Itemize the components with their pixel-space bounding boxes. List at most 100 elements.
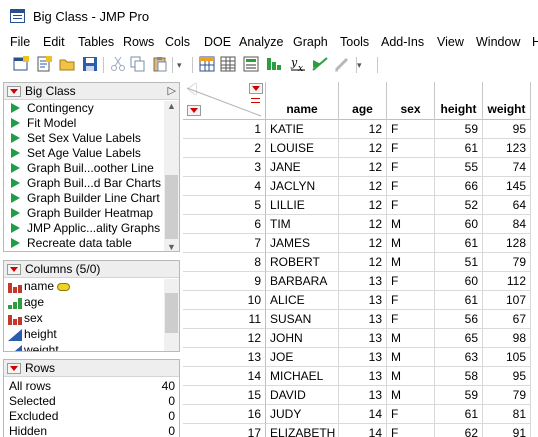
- table-script-item[interactable]: Set Age Value Labels: [4, 146, 164, 161]
- cell-weight[interactable]: 84: [483, 215, 531, 234]
- cell-sex[interactable]: M: [387, 386, 435, 405]
- column-list-item[interactable]: name: [4, 279, 164, 295]
- cell-age[interactable]: 12: [339, 234, 387, 253]
- cell-sex[interactable]: F: [387, 139, 435, 158]
- menu-h[interactable]: H: [532, 35, 538, 49]
- save-icon[interactable]: [82, 56, 98, 72]
- menu-doe[interactable]: DOE: [204, 35, 231, 49]
- cell-name[interactable]: ROBERT: [266, 253, 339, 272]
- cell-height[interactable]: 62: [435, 424, 483, 437]
- cell-name[interactable]: JAMES: [266, 234, 339, 253]
- paste-icon[interactable]: [152, 56, 168, 72]
- cell-sex[interactable]: F: [387, 405, 435, 424]
- cell-sex[interactable]: F: [387, 196, 435, 215]
- cell-weight[interactable]: 123: [483, 139, 531, 158]
- columns-red-triangle-menu[interactable]: [7, 264, 21, 275]
- row-number[interactable]: 15: [183, 386, 266, 405]
- cell-age[interactable]: 12: [339, 196, 387, 215]
- cell-height[interactable]: 59: [435, 120, 483, 139]
- menu-add-ins[interactable]: Add-Ins: [381, 35, 424, 49]
- grid-rows-red-triangle[interactable]: [187, 105, 201, 116]
- cell-sex[interactable]: F: [387, 120, 435, 139]
- menu-view[interactable]: View: [437, 35, 464, 49]
- cell-name[interactable]: JOHN: [266, 329, 339, 348]
- menu-file[interactable]: File: [10, 35, 30, 49]
- table-script-item[interactable]: Recreate data table: [4, 236, 164, 251]
- cell-sex[interactable]: M: [387, 348, 435, 367]
- cell-name[interactable]: JOE: [266, 348, 339, 367]
- cell-height[interactable]: 61: [435, 139, 483, 158]
- cell-height[interactable]: 51: [435, 253, 483, 272]
- cell-sex[interactable]: F: [387, 177, 435, 196]
- cell-height[interactable]: 58: [435, 367, 483, 386]
- table-script-item[interactable]: Set Sex Value Labels: [4, 131, 164, 146]
- column-list-item[interactable]: weight: [4, 343, 164, 351]
- table-red-triangle-menu[interactable]: [7, 86, 21, 97]
- cell-height[interactable]: 59: [435, 386, 483, 405]
- run-script-icon[interactable]: [11, 103, 20, 113]
- menu-tables[interactable]: Tables: [78, 35, 114, 49]
- rows-red-triangle-menu[interactable]: [7, 363, 21, 374]
- distribution-icon[interactable]: [266, 56, 282, 72]
- row-number[interactable]: 5: [183, 196, 266, 215]
- fit-model-icon[interactable]: [312, 56, 328, 72]
- cell-height[interactable]: 65: [435, 329, 483, 348]
- table-icon[interactable]: [220, 56, 236, 72]
- cell-height[interactable]: 63: [435, 348, 483, 367]
- menu-graph[interactable]: Graph: [293, 35, 328, 49]
- table-script-item[interactable]: Graph Buil...oother Line: [4, 161, 164, 176]
- toolbar-overflow-icon[interactable]: ▾: [177, 60, 182, 71]
- red-filter-lines-icon[interactable]: [251, 98, 260, 103]
- row-number[interactable]: 10: [183, 291, 266, 310]
- row-number[interactable]: 7: [183, 234, 266, 253]
- run-script-icon[interactable]: [11, 208, 20, 218]
- row-number[interactable]: 11: [183, 310, 266, 329]
- cell-weight[interactable]: 74: [483, 158, 531, 177]
- cell-height[interactable]: 56: [435, 310, 483, 329]
- cell-name[interactable]: JUDY: [266, 405, 339, 424]
- expand-panel-icon[interactable]: ▷: [168, 84, 176, 97]
- cell-sex[interactable]: F: [387, 424, 435, 437]
- cell-weight[interactable]: 98: [483, 329, 531, 348]
- column-header-weight[interactable]: weight: [483, 82, 531, 120]
- new-script-icon[interactable]: [36, 56, 52, 72]
- cell-sex[interactable]: M: [387, 234, 435, 253]
- cell-age[interactable]: 13: [339, 272, 387, 291]
- cell-weight[interactable]: 112: [483, 272, 531, 291]
- cell-age[interactable]: 13: [339, 348, 387, 367]
- table-script-item[interactable]: Graph Builder Line Chart: [4, 191, 164, 206]
- run-script-icon[interactable]: [11, 133, 20, 143]
- cell-sex[interactable]: F: [387, 158, 435, 177]
- cell-age[interactable]: 12: [339, 215, 387, 234]
- cell-weight[interactable]: 107: [483, 291, 531, 310]
- toolbar-overflow-icon[interactable]: ▾: [357, 60, 362, 71]
- run-script-icon[interactable]: [11, 238, 20, 248]
- cell-age[interactable]: 14: [339, 424, 387, 437]
- column-list-item[interactable]: sex: [4, 311, 164, 327]
- cell-weight[interactable]: 67: [483, 310, 531, 329]
- cut-icon[interactable]: [110, 56, 126, 72]
- cell-age[interactable]: 13: [339, 367, 387, 386]
- cell-age[interactable]: 13: [339, 310, 387, 329]
- cell-name[interactable]: ALICE: [266, 291, 339, 310]
- cell-weight[interactable]: 79: [483, 386, 531, 405]
- cell-age[interactable]: 12: [339, 177, 387, 196]
- row-number[interactable]: 13: [183, 348, 266, 367]
- cell-name[interactable]: LILLIE: [266, 196, 339, 215]
- cell-name[interactable]: BARBARA: [266, 272, 339, 291]
- row-number[interactable]: 9: [183, 272, 266, 291]
- row-number[interactable]: 8: [183, 253, 266, 272]
- cell-age[interactable]: 13: [339, 386, 387, 405]
- copy-icon[interactable]: [130, 56, 146, 72]
- cell-sex[interactable]: M: [387, 215, 435, 234]
- cell-age[interactable]: 13: [339, 291, 387, 310]
- data-grid-icon[interactable]: [199, 56, 215, 72]
- cell-name[interactable]: TIM: [266, 215, 339, 234]
- column-header-age[interactable]: age: [339, 82, 387, 120]
- scripts-scrollbar[interactable]: ▲ ▼: [164, 101, 179, 251]
- cell-name[interactable]: JACLYN: [266, 177, 339, 196]
- cell-age[interactable]: 13: [339, 329, 387, 348]
- row-number[interactable]: 4: [183, 177, 266, 196]
- cell-sex[interactable]: F: [387, 291, 435, 310]
- cell-weight[interactable]: 105: [483, 348, 531, 367]
